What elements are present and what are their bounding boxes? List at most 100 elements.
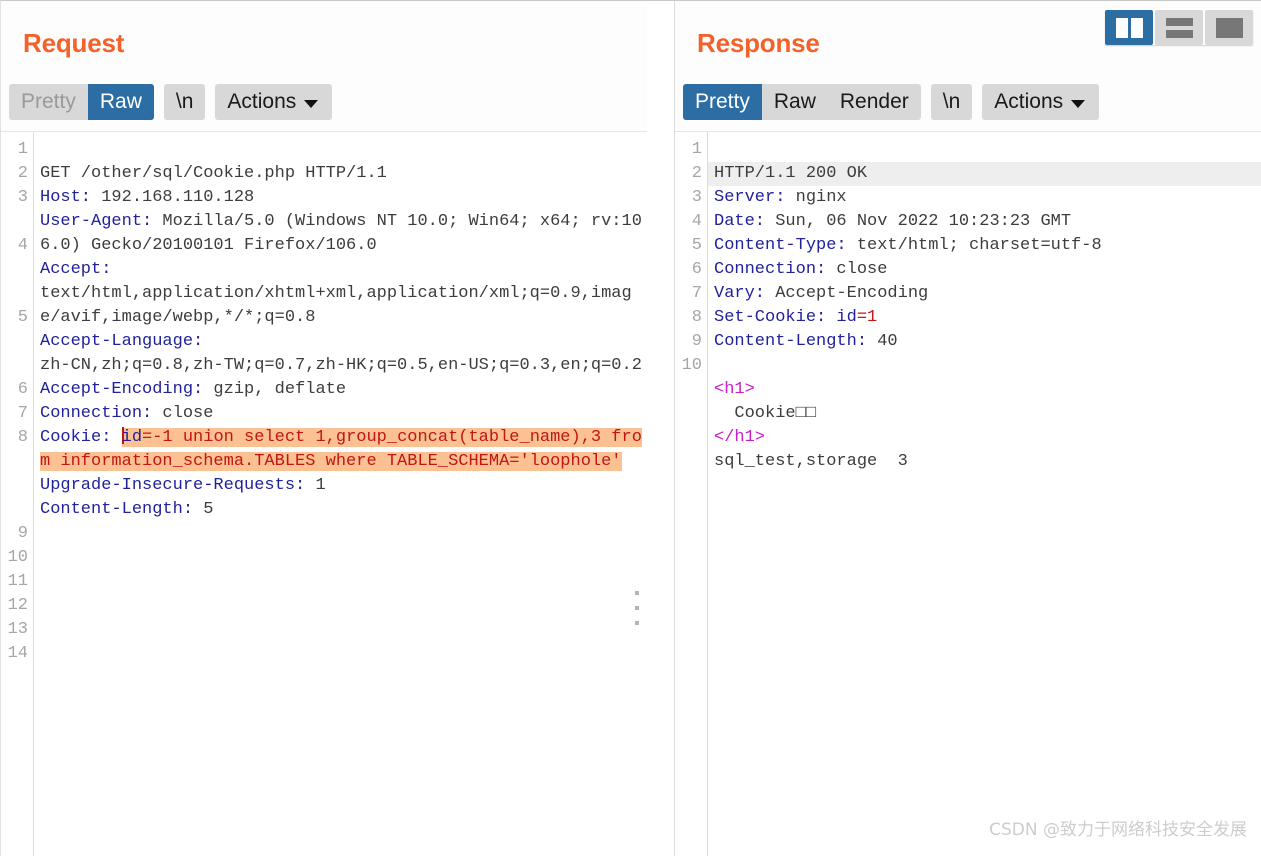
cookie-param-name: id [121, 428, 143, 447]
response-header-line: Content-Type: text/html; charset=utf-8 [714, 236, 1102, 255]
burp-repeater-window: Request Pretty Raw \n Actions 1 2 3 4 5 … [0, 0, 1261, 856]
response-newline-group: \n [930, 84, 973, 120]
line-number-blank [675, 378, 707, 402]
line-number: 12 [7, 596, 28, 615]
response-status-line: HTTP/1.1 200 OK [708, 162, 1261, 186]
request-pane-header: Request Pretty Raw \n Actions [1, 1, 647, 132]
request-line-5: Accept-Language: zh-CN,zh;q=0.8,zh-TW;q=… [40, 332, 642, 375]
response-tab-render[interactable]: Render [828, 84, 921, 120]
line-number: 4 [691, 212, 702, 231]
request-actions-group: Actions [215, 84, 333, 120]
response-actions-group: Actions [982, 84, 1100, 120]
response-tab-pretty[interactable]: Pretty [683, 84, 762, 120]
response-header-line: Server: nginx [714, 188, 847, 207]
request-actions-label: Actions [227, 90, 297, 113]
line-number: 9 [17, 524, 28, 543]
line-number-blank [1, 258, 33, 282]
line-number: 4 [17, 236, 28, 255]
request-newline-toggle[interactable]: \n [164, 84, 206, 120]
line-number-blank [1, 498, 33, 522]
response-header-line: Date: Sun, 06 Nov 2022 10:23:23 GMT [714, 212, 1072, 231]
chevron-down-icon [304, 100, 319, 108]
request-line-7: Connection: close [40, 404, 214, 423]
view-single-pane-button[interactable] [1205, 10, 1253, 45]
line-number: 2 [691, 164, 702, 183]
line-number-blank [1, 210, 33, 234]
line-number: 6 [17, 380, 28, 399]
response-code-area[interactable]: 1 2 3 4 5 6 7 8 9 10 HTTP/1.1 200 OK Serv… [675, 132, 1261, 856]
line-number: 7 [691, 284, 702, 303]
response-body-result: sql_test,storage 3 [714, 452, 908, 471]
response-header-line: Connection: close [714, 260, 888, 279]
line-number: 3 [17, 188, 28, 207]
line-number-blank [1, 282, 33, 306]
response-line-number-gutter: 1 2 3 4 5 6 7 8 9 10 [675, 132, 708, 856]
response-header-line: Content-Length: 40 [714, 332, 898, 351]
request-line-8-cookie: Cookie: id=-1 union select 1,group_conca… [40, 427, 642, 471]
line-number: 10 [7, 548, 28, 567]
line-number: 8 [17, 428, 28, 447]
line-number: 8 [691, 308, 702, 327]
response-tab-raw[interactable]: Raw [762, 84, 828, 120]
response-header-line-set-cookie: Set-Cookie: id=1 [714, 308, 878, 327]
single-pane-icon [1215, 17, 1243, 38]
view-split-horizontal-button[interactable] [1155, 10, 1203, 45]
request-line-6: Accept-Encoding: gzip, deflate [40, 380, 347, 399]
response-title: Response [697, 28, 820, 58]
line-number-blank [675, 402, 707, 426]
request-actions-button[interactable]: Actions [215, 84, 332, 120]
line-number: 10 [681, 356, 702, 375]
request-tabbar: Pretty Raw \n Actions [9, 84, 342, 120]
line-number: 3 [691, 188, 702, 207]
request-pane: Request Pretty Raw \n Actions 1 2 3 4 5 … [1, 1, 647, 856]
view-layout-toggle-group [1105, 10, 1253, 45]
line-number-blank [675, 426, 707, 450]
request-line-3: User-Agent: Mozilla/5.0 (Windows NT 10.0… [40, 212, 642, 255]
response-body-content: Cookie□□ [714, 404, 817, 423]
request-line-9: Upgrade-Insecure-Requests: 1 [40, 476, 326, 495]
response-view-tabs: Pretty Raw Render [683, 84, 921, 120]
view-split-vertical-button[interactable] [1105, 10, 1153, 45]
response-header-line: Vary: Accept-Encoding [714, 284, 929, 303]
response-actions-label: Actions [994, 90, 1064, 113]
pane-divider [674, 1, 675, 856]
request-line-10: Content-Length: 5 [40, 500, 214, 519]
line-number: 5 [17, 308, 28, 327]
pane-resize-handle[interactable] [632, 591, 642, 625]
line-number: 14 [7, 644, 28, 663]
line-number-blank [1, 354, 33, 378]
response-newline-toggle[interactable]: \n [931, 84, 973, 120]
cookie-payload-highlight: id=-1 union select 1,group_concat(table_… [40, 427, 642, 471]
request-line-2: Host: 192.168.110.128 [40, 188, 255, 207]
response-pretty-editor[interactable]: HTTP/1.1 200 OK Server: nginx Date: Sun, 0… [708, 132, 1261, 856]
request-code-area[interactable]: 1 2 3 4 5 6 7 8 9 10 11 12 13 14 GET /ot… [1, 132, 647, 856]
request-tab-pretty[interactable]: Pretty [9, 84, 88, 120]
request-line-1: GET /other/sql/Cookie.php HTTP/1.1 [40, 162, 647, 186]
request-line-4: Accept: text/html,application/xhtml+xml,… [40, 260, 632, 327]
line-number: 2 [17, 164, 28, 183]
set-cookie-value: =1 [856, 308, 878, 327]
request-method-path: GET /other/sql/Cookie.php HTTP/1.1 [40, 164, 387, 183]
set-cookie-key: id [826, 308, 857, 327]
line-number: 6 [691, 260, 702, 279]
line-number-blank [1, 474, 33, 498]
line-number: 11 [7, 572, 28, 591]
request-tab-raw[interactable]: Raw [87, 84, 154, 120]
chevron-down-icon [1071, 100, 1086, 108]
request-raw-editor[interactable]: GET /other/sql/Cookie.php HTTP/1.1 Host: … [34, 132, 647, 856]
line-number-blank [1, 330, 33, 354]
response-body-close-tag: </h1> [714, 428, 766, 447]
line-number: 9 [691, 332, 702, 351]
split-horizontal-icon [1165, 17, 1193, 38]
response-actions-button[interactable]: Actions [982, 84, 1099, 120]
response-blank-line [714, 354, 1261, 378]
response-pane: Response Pretty Raw Render \n Actions 1 … [675, 1, 1261, 856]
request-line-number-gutter: 1 2 3 4 5 6 7 8 9 10 11 12 13 14 [1, 132, 34, 856]
request-view-tabs: Pretty Raw [9, 84, 154, 120]
request-title: Request [23, 28, 125, 58]
line-number: 5 [691, 236, 702, 255]
line-number: 1 [17, 140, 28, 159]
request-newline-group: \n [163, 84, 206, 120]
split-vertical-icon [1115, 17, 1143, 38]
line-number-blank [1, 450, 33, 474]
